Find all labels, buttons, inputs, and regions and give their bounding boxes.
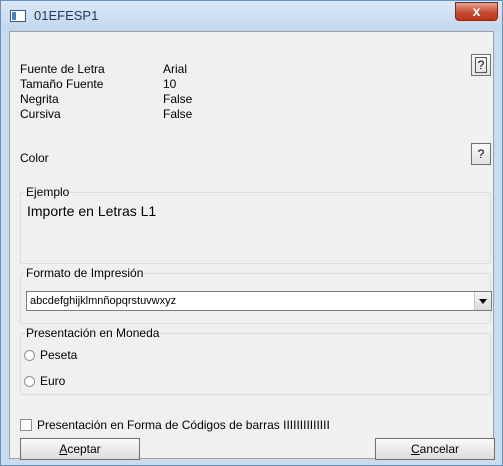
print-format-selected-value: abcdefghijklmnñopqrstuvwxyz (30, 295, 177, 307)
example-group: Ejemplo Importe en Letras L1 (20, 185, 491, 264)
print-format-group: Formato de Impresión abcdefghijklmnñopqr… (20, 266, 492, 324)
print-format-select[interactable]: abcdefghijklmnñopqrstuvwxyz (26, 291, 492, 311)
radio-euro-label[interactable]: Euro (40, 374, 65, 388)
choose-color-button[interactable]: ? (471, 143, 491, 165)
italic-value: False (163, 107, 193, 121)
dialog-client: Fuente de Letra Arial Tamaño Fuente 10 N… (9, 31, 495, 460)
print-format-legend: Formato de Impresión (25, 266, 145, 280)
example-preview-text: Importe en Letras L1 (27, 203, 157, 219)
barcode-checkbox[interactable] (20, 419, 32, 431)
font-name-value: Arial (163, 62, 188, 76)
app-window-icon (10, 10, 26, 22)
cancel-button[interactable]: Cancelar (375, 438, 495, 460)
radio-euro[interactable] (24, 376, 35, 387)
font-size-value: 10 (163, 77, 177, 91)
italic-label: Cursiva (20, 107, 61, 121)
cancel-accel: C (410, 442, 420, 456)
help-question-icon: ? (474, 57, 488, 73)
chevron-down-icon[interactable] (474, 292, 491, 310)
cancel-label-rest: ancelar (419, 442, 460, 456)
bold-label: Negrita (20, 92, 59, 106)
color-label: Color (20, 151, 49, 165)
accept-label-rest: ceptar (67, 442, 101, 456)
example-legend: Ejemplo (25, 185, 71, 199)
font-name-label: Fuente de Letra (20, 62, 105, 76)
currency-group: Presentación en Moneda (20, 326, 491, 395)
dialog-window: 01EFESP1 x Fuente de Letra Arial Tamaño … (0, 0, 503, 466)
font-size-label: Tamaño Fuente (20, 77, 104, 91)
title-bar[interactable]: 01EFESP1 x (1, 1, 502, 31)
currency-legend: Presentación en Moneda (25, 326, 161, 340)
accept-button[interactable]: Aceptar (20, 438, 140, 460)
radio-peseta-label[interactable]: Peseta (40, 348, 77, 362)
radio-peseta[interactable] (24, 350, 35, 361)
bold-value: False (163, 92, 193, 106)
close-button[interactable]: x (455, 2, 498, 21)
window-title: 01EFESP1 (34, 8, 99, 23)
choose-font-button[interactable]: ? (471, 54, 491, 76)
barcode-checkbox-label[interactable]: Presentación en Forma de Códigos de barr… (37, 418, 330, 432)
